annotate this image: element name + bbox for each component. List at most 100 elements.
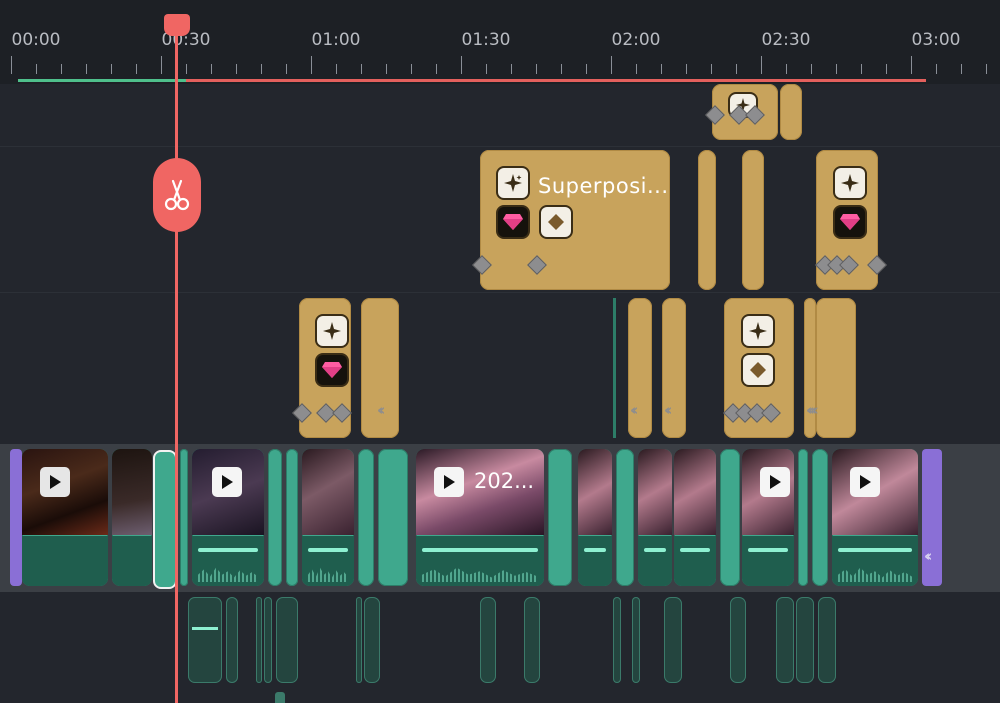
diamond-icon: [743, 355, 773, 385]
clip-audio-waveform: [742, 536, 794, 586]
playhead[interactable]: [175, 28, 178, 703]
video-clip[interactable]: [378, 449, 408, 586]
sparkle-icon: [498, 168, 528, 198]
audio-clip[interactable]: [613, 597, 621, 683]
keyframe-icon[interactable]: [705, 105, 725, 125]
ruler-tick: [161, 56, 162, 74]
split-button[interactable]: [153, 158, 201, 232]
video-clip[interactable]: [180, 449, 188, 586]
audio-clip[interactable]: [256, 597, 262, 683]
ruler-tick: [836, 64, 837, 74]
play-icon[interactable]: [212, 467, 242, 497]
audio-clip[interactable]: [796, 597, 814, 683]
selected-clip[interactable]: [153, 450, 177, 589]
ruler-tick: [636, 64, 637, 74]
rendered-segment: [18, 79, 186, 82]
clip-thumbnail: [112, 449, 152, 535]
clip-thumbnail: [302, 449, 354, 535]
keyframe-icon[interactable]: [761, 403, 781, 423]
audio-clip[interactable]: [524, 597, 540, 683]
video-clip[interactable]: [832, 449, 918, 586]
video-clip[interactable]: [638, 449, 672, 586]
effect-clip[interactable]: [742, 150, 764, 290]
audio-clip[interactable]: [226, 597, 238, 683]
audio-clip[interactable]: [275, 692, 285, 703]
audio-clip[interactable]: [664, 597, 682, 683]
audio-clip[interactable]: [364, 597, 380, 683]
keyframe-chevron-icon: ‹‹: [664, 401, 673, 419]
ruler-label: 00:00: [11, 30, 61, 50]
ruler-tick: [361, 64, 362, 74]
transition-marker[interactable]: [10, 449, 22, 586]
video-clip[interactable]: [268, 449, 282, 586]
play-icon[interactable]: [760, 467, 790, 497]
keyframe-icon[interactable]: [472, 255, 492, 275]
ruler-tick: [661, 64, 662, 74]
clip-thumbnail: [674, 449, 716, 535]
timeline-ruler[interactable]: 00:00 00:30 01:00 01:30 02:00 02:30 03:0…: [0, 0, 1000, 84]
effect-clip[interactable]: [723, 298, 794, 438]
ruler-tick: [11, 56, 12, 74]
ruler-tick: [736, 64, 737, 74]
ruler-tick: [461, 56, 462, 74]
clip-audio-waveform: [112, 536, 152, 586]
effect-clip[interactable]: [815, 150, 887, 290]
clip-audio-waveform: [416, 536, 544, 586]
video-clip[interactable]: [112, 449, 152, 586]
keyframe-icon[interactable]: [839, 255, 859, 275]
video-clip[interactable]: [22, 449, 108, 586]
video-clip[interactable]: [286, 449, 298, 586]
effect-clip[interactable]: [698, 150, 716, 290]
video-clip[interactable]: [798, 449, 808, 586]
ruler-tick: [986, 64, 987, 74]
ruler-tick: [411, 64, 412, 74]
effect-clip[interactable]: ‹‹: [628, 298, 652, 438]
track-separator: [0, 292, 1000, 293]
video-clip[interactable]: 202...: [416, 449, 544, 586]
effect-clip-superposition[interactable]: Superposi...: [472, 150, 670, 290]
gem-icon: [498, 207, 528, 237]
audio-clip[interactable]: [480, 597, 496, 683]
play-icon[interactable]: [40, 467, 70, 497]
video-clip[interactable]: [616, 449, 634, 586]
video-clip[interactable]: [812, 449, 828, 586]
keyframe-icon[interactable]: [332, 403, 352, 423]
video-clip[interactable]: [720, 449, 740, 586]
audio-clip[interactable]: [188, 597, 222, 683]
ruler-tick: [811, 64, 812, 74]
keyframe-icon[interactable]: [527, 255, 547, 275]
sparkle-icon: [317, 316, 347, 346]
video-clip[interactable]: [674, 449, 716, 586]
video-clip[interactable]: [578, 449, 612, 586]
effect-clip[interactable]: [705, 84, 778, 140]
video-clip[interactable]: [358, 449, 374, 586]
ruler-tick: [611, 56, 612, 74]
audio-clip[interactable]: [776, 597, 794, 683]
audio-clip[interactable]: [276, 597, 298, 683]
ruler-tick: [861, 64, 862, 74]
effect-clip[interactable]: [780, 84, 802, 140]
video-clip[interactable]: [742, 449, 794, 586]
clip-audio-waveform: [638, 536, 672, 586]
effect-clip[interactable]: [292, 298, 352, 438]
transition-marker[interactable]: ‹‹: [922, 449, 942, 586]
ruler-tick: [686, 64, 687, 74]
diamond-icon: [541, 207, 571, 237]
keyframe-icon[interactable]: [292, 403, 312, 423]
effect-clip[interactable]: ‹‹‹‹: [806, 298, 856, 438]
ruler-tick: [286, 64, 287, 74]
video-clip[interactable]: [302, 449, 354, 586]
play-icon[interactable]: [850, 467, 880, 497]
effect-clip[interactable]: ‹‹: [662, 298, 686, 438]
video-clip[interactable]: [548, 449, 572, 586]
play-icon[interactable]: [434, 467, 464, 497]
keyframe-icon[interactable]: [867, 255, 887, 275]
audio-clip[interactable]: [818, 597, 836, 683]
audio-clip[interactable]: [730, 597, 746, 683]
ruler-tick: [186, 64, 187, 74]
audio-clip[interactable]: [632, 597, 640, 683]
video-clip[interactable]: [192, 449, 264, 586]
audio-clip[interactable]: [264, 597, 272, 683]
effect-clip[interactable]: ‹‹: [361, 298, 399, 438]
audio-clip[interactable]: [356, 597, 362, 683]
